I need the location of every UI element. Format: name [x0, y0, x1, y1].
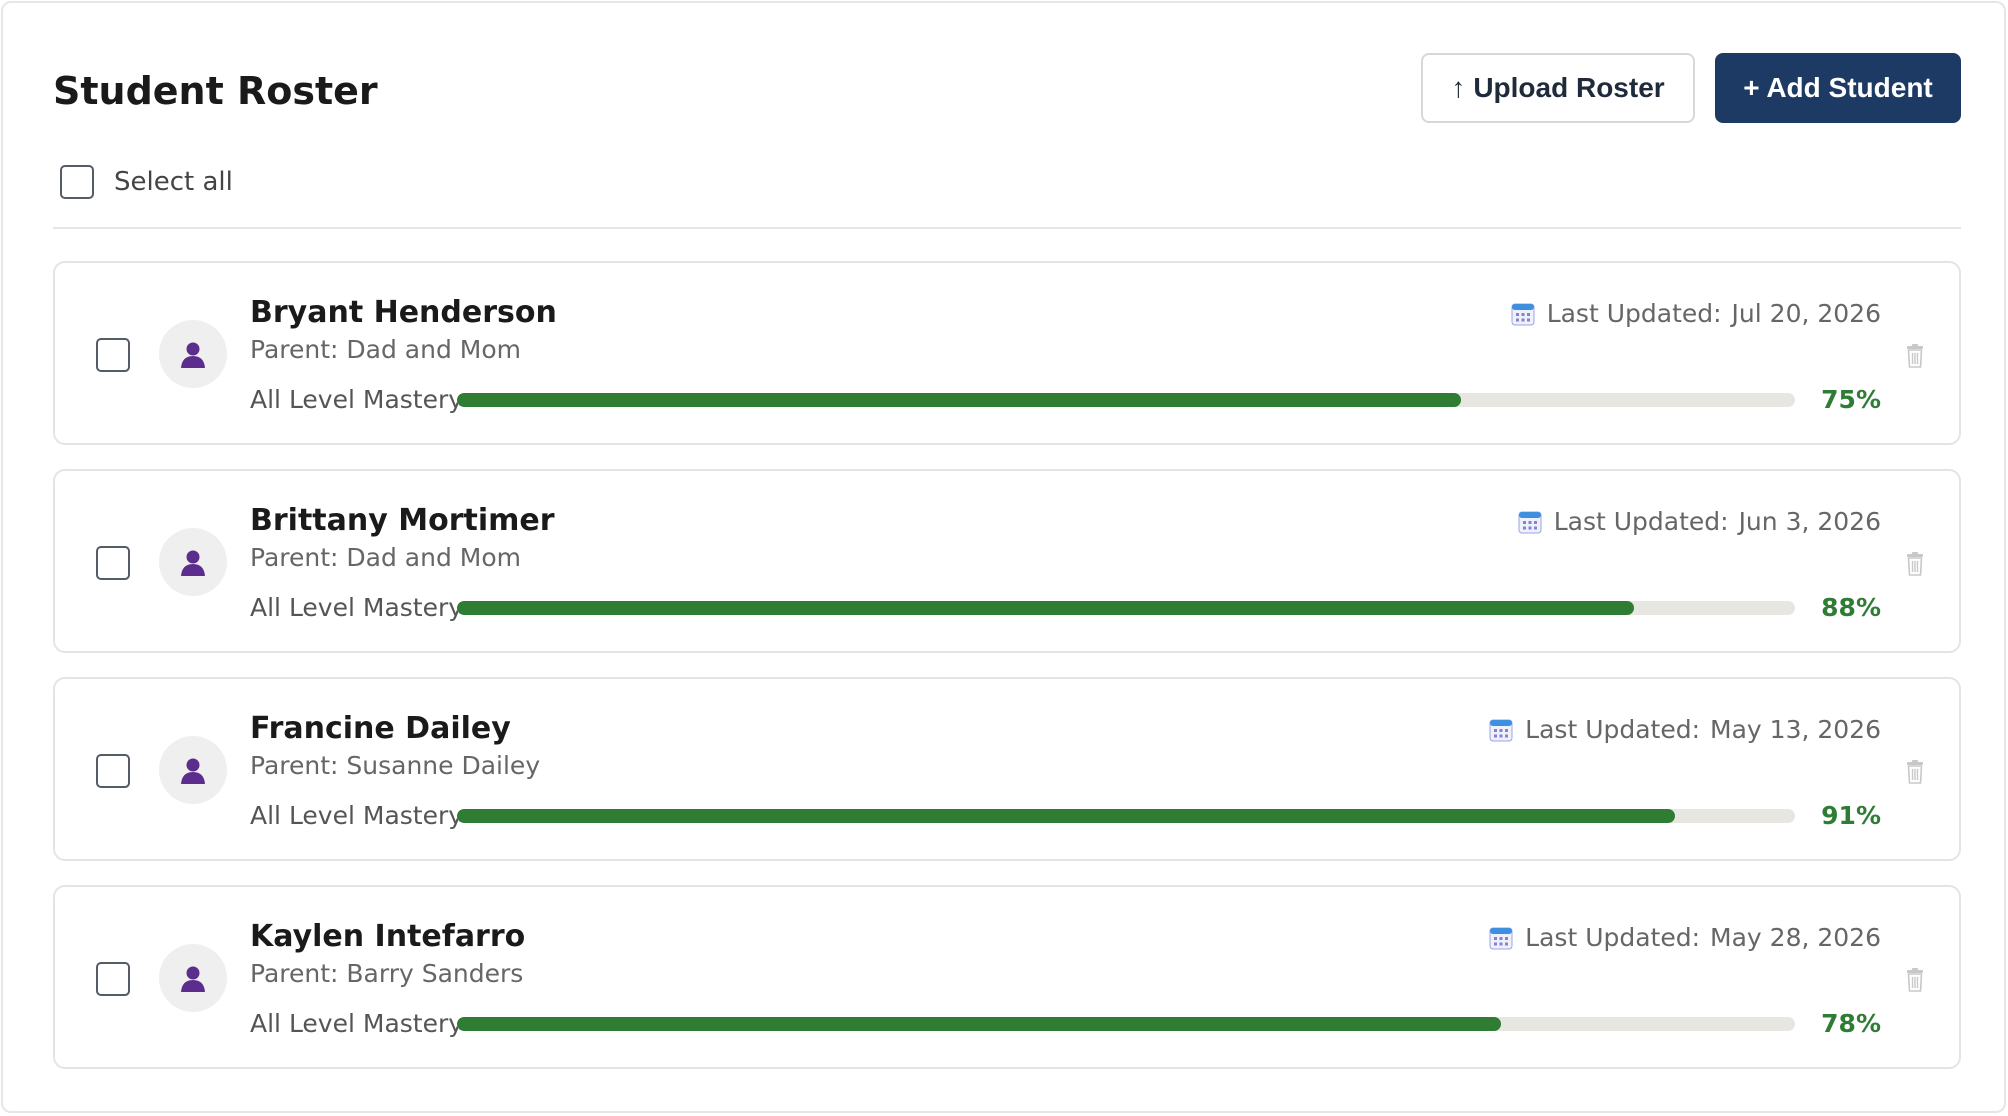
student-name: Brittany Mortimer: [250, 503, 555, 538]
last-updated-date: May 13, 2026: [1710, 715, 1881, 744]
upload-arrow-icon: ↑: [1451, 72, 1466, 103]
student-checkbox[interactable]: [96, 338, 130, 372]
last-updated: Last Updated: May 13, 2026: [1489, 713, 1881, 747]
person-icon: [181, 966, 205, 992]
student-card: Brittany Mortimer Parent: Dad and Mom La…: [53, 469, 1961, 653]
mastery-progress-bar: [457, 393, 1795, 407]
parent-name: Parent: Dad and Mom: [250, 543, 521, 572]
student-card: Bryant Henderson Parent: Dad and Mom Las…: [53, 261, 1961, 445]
avatar: [159, 320, 227, 388]
parent-name: Parent: Dad and Mom: [250, 335, 521, 364]
student-card: Francine Dailey Parent: Susanne Dailey L…: [53, 677, 1961, 861]
student-card: Kaylen Intefarro Parent: Barry Sanders L…: [53, 885, 1961, 1069]
avatar: [159, 528, 227, 596]
person-icon: [181, 342, 205, 368]
avatar: [159, 944, 227, 1012]
trash-icon[interactable]: [1905, 967, 1925, 993]
mastery-label: All Level Mastery: [250, 1009, 464, 1038]
last-updated-date: Jun 3, 2026: [1738, 507, 1881, 536]
upload-roster-label: Upload Roster: [1473, 72, 1665, 103]
mastery-progress-bar: [457, 809, 1795, 823]
student-checkbox[interactable]: [96, 754, 130, 788]
student-name: Kaylen Intefarro: [250, 919, 526, 954]
add-student-label: + Add Student: [1743, 72, 1933, 103]
roster-header: Student Roster ↑ Upload Roster + Add Stu…: [53, 53, 1961, 123]
last-updated: Last Updated: Jul 20, 2026: [1511, 297, 1881, 331]
mastery-progress-fill: [457, 1017, 1501, 1031]
student-checkbox[interactable]: [96, 962, 130, 996]
last-updated-label: Last Updated:: [1546, 299, 1722, 328]
page-title: Student Roster: [53, 69, 378, 113]
mastery-progress-fill: [457, 393, 1461, 407]
mastery-label: All Level Mastery: [250, 801, 464, 830]
calendar-icon: [1511, 302, 1535, 326]
calendar-icon: [1518, 510, 1542, 534]
mastery-percent: 88%: [1821, 593, 1881, 622]
last-updated-label: Last Updated:: [1553, 507, 1729, 536]
mastery-label: All Level Mastery: [250, 385, 464, 414]
header-divider: [53, 227, 1961, 229]
trash-icon[interactable]: [1905, 551, 1925, 577]
last-updated: Last Updated: May 28, 2026: [1489, 921, 1881, 955]
last-updated-label: Last Updated:: [1525, 923, 1701, 952]
person-icon: [181, 550, 205, 576]
calendar-icon: [1489, 718, 1513, 742]
parent-name: Parent: Susanne Dailey: [250, 751, 541, 780]
last-updated: Last Updated: Jun 3, 2026: [1518, 505, 1881, 539]
mastery-percent: 75%: [1821, 385, 1881, 414]
trash-icon[interactable]: [1905, 343, 1925, 369]
select-all-checkbox[interactable]: [60, 165, 94, 199]
mastery-progress-fill: [457, 601, 1635, 615]
person-icon: [181, 758, 205, 784]
roster-panel: Student Roster ↑ Upload Roster + Add Stu…: [1, 1, 2006, 1113]
parent-name: Parent: Barry Sanders: [250, 959, 524, 988]
mastery-progress-bar: [457, 1017, 1795, 1031]
calendar-icon: [1489, 926, 1513, 950]
mastery-label: All Level Mastery: [250, 593, 464, 622]
mastery-progress-bar: [457, 601, 1795, 615]
mastery-percent: 78%: [1821, 1009, 1881, 1038]
trash-icon[interactable]: [1905, 759, 1925, 785]
student-list: Bryant Henderson Parent: Dad and Mom Las…: [53, 261, 1961, 1093]
mastery-progress-fill: [457, 809, 1675, 823]
student-name: Francine Dailey: [250, 711, 511, 746]
student-checkbox[interactable]: [96, 546, 130, 580]
select-all-control[interactable]: Select all: [60, 164, 233, 200]
last-updated-label: Last Updated:: [1525, 715, 1701, 744]
student-name: Bryant Henderson: [250, 295, 557, 330]
select-all-label: Select all: [114, 167, 233, 197]
mastery-percent: 91%: [1821, 801, 1881, 830]
add-student-button[interactable]: + Add Student: [1715, 53, 1961, 123]
last-updated-date: Jul 20, 2026: [1731, 299, 1881, 328]
upload-roster-button[interactable]: ↑ Upload Roster: [1421, 53, 1695, 123]
avatar: [159, 736, 227, 804]
last-updated-date: May 28, 2026: [1710, 923, 1881, 952]
